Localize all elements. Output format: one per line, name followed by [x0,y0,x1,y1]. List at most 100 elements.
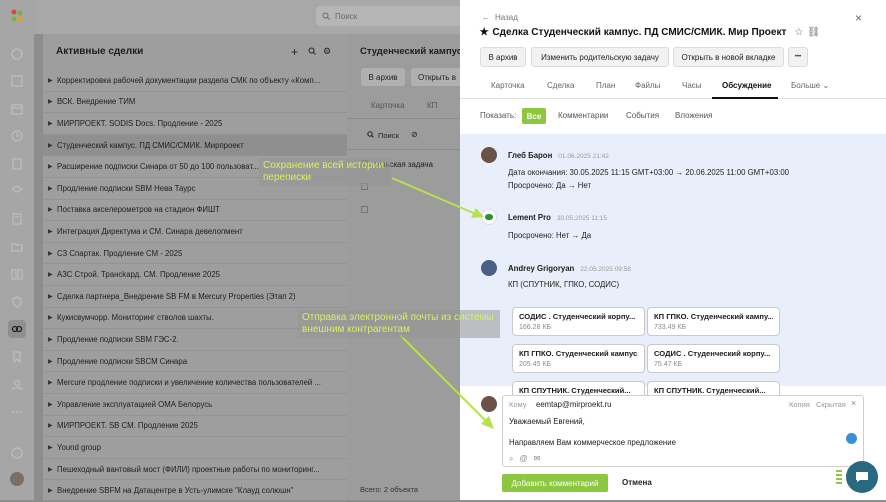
dashboard-icon[interactable] [8,45,26,63]
settings-icon[interactable]: ⚙ [323,46,331,57]
back-link[interactable]: ← Назад [482,13,518,22]
attachment-card[interactable]: КП ГПКО. Студенческий кампус... 205.45 КБ [512,344,645,373]
more-button[interactable]: ••• [788,47,808,67]
expand-arrow-icon[interactable]: ▶ [48,444,57,451]
add-icon[interactable]: + [291,45,298,59]
more-dots-icon[interactable] [8,403,26,421]
mention-icon[interactable]: @ [519,454,527,464]
expand-arrow-icon[interactable]: ▶ [48,466,57,473]
close-icon[interactable]: × [851,398,856,408]
close-icon[interactable]: × [855,11,862,25]
structure-icon[interactable] [8,72,26,90]
global-search-input[interactable]: Поиск [316,6,476,26]
message-line[interactable]: Направляем Вам коммерческое предложение [509,438,676,447]
tab-discussion[interactable]: Обсуждение [722,81,771,90]
folder-icon[interactable] [8,238,26,256]
tab-card[interactable]: Карточка [491,81,525,90]
document-icon[interactable] [8,155,26,173]
cancel-button[interactable]: Отмена [622,478,652,487]
expand-arrow-icon[interactable]: ▶ [48,358,57,365]
tab-kp[interactable]: КП [427,101,437,110]
cc-link[interactable]: Копия [789,400,810,409]
archive-button[interactable]: В архив [361,68,405,86]
user-avatar[interactable] [8,470,26,488]
tab-hours[interactable]: Часы [682,81,702,90]
bcc-link[interactable]: Скрытая [816,400,846,409]
tab-files[interactable]: Файлы [635,81,660,90]
filter-all-button[interactable]: Все [522,108,546,124]
expand-arrow-icon[interactable]: ▶ [48,401,57,408]
row-checkbox[interactable] [361,206,368,213]
chat-bubble-button[interactable] [846,461,878,493]
users-icon[interactable] [8,376,26,394]
expand-arrow-icon[interactable]: ▶ [48,293,57,300]
tab-more[interactable]: Больше ⌄ [791,81,829,90]
deal-list-item[interactable]: ▶ Продление подписки SBCM Синара [43,351,347,373]
deal-list-item[interactable]: ▶ Внедрение SBFM на Датацентре в Усть-ули… [43,480,347,502]
deal-list-item[interactable]: ▶ Yound group [43,437,347,459]
deal-list-item[interactable]: ▶ Поставка акселерометров на стадион ФИШТ [43,200,347,222]
expand-arrow-icon[interactable]: ▶ [48,206,57,213]
expand-arrow-icon[interactable]: ▶ [48,77,57,84]
expand-arrow-icon[interactable]: ▶ [48,142,57,149]
attachment-card[interactable]: КП ГПКО. Студенческий кампу... 733.49 КБ [647,307,780,336]
change-parent-button[interactable]: Изменить родительскую задачу [531,47,669,67]
expand-arrow-icon[interactable]: ▶ [48,120,57,127]
add-comment-button[interactable]: Добавить комментарий [502,474,608,492]
deal-list-item[interactable]: ▶ Управление эксплуатацией ОМА Белорусь [43,394,347,416]
expand-arrow-icon[interactable]: ▶ [48,271,57,278]
visibility-off-icon[interactable]: ⊘ [411,130,418,139]
deal-list-item[interactable]: ▶ Интеграция Директума и СМ. Синара девел… [43,221,347,243]
deal-list-item[interactable]: ▶ ВСК. Внедрение ТИМ [43,92,347,114]
deal-list-item[interactable]: ▶ АЗС Строй. Трансkард. СМ. Продление 202… [43,264,347,286]
tab-plan[interactable]: План [596,81,615,90]
attachment-card[interactable]: СОДИС . Студенческий корпу... 75.47 КБ [647,344,780,373]
mid-search[interactable]: Поиск [367,131,399,140]
link-icon[interactable]: ⛓ [807,27,820,38]
recipient-field[interactable]: eemtap@mirproekt.ru [536,400,612,409]
expand-arrow-icon[interactable]: ▶ [48,487,57,494]
star-icon[interactable]: ☆ [794,27,803,38]
expand-arrow-icon[interactable]: ▶ [48,314,57,321]
expand-arrow-icon[interactable]: ▶ [48,336,57,343]
deal-list-item[interactable]: ▶ СЗ Спартак. Продление СМ - 2025 [43,243,347,265]
expand-arrow-icon[interactable]: ▶ [48,228,57,235]
expand-arrow-icon[interactable]: ▶ [48,250,57,257]
expand-arrow-icon[interactable]: ▶ [48,98,57,105]
archive-button[interactable]: В архив [480,47,526,67]
email-icon[interactable]: ✉ [534,454,541,464]
filter-attachments[interactable]: Вложения [675,111,712,120]
drag-handle[interactable] [836,470,842,486]
message-line[interactable]: Уважаемый Евгений, [509,417,585,426]
help-icon[interactable] [8,444,26,462]
filter-comments[interactable]: Комментарии [558,111,608,120]
deal-list-item[interactable]: ▶ Студенческий кампус. ПД СМИС/СМИК. Мирп… [43,134,347,157]
deal-list-item[interactable]: ▶ МИРПРОЕКТ. SB СМ. Продление 2025 [43,416,347,438]
expand-arrow-icon[interactable]: ▶ [48,163,57,170]
tab-card[interactable]: Карточка [371,101,405,110]
filter-events[interactable]: События [626,111,659,120]
deal-list-item[interactable]: ▶ Пешеходный вантовый мост (ФИЛИ) проектн… [43,459,347,481]
expand-arrow-icon[interactable]: ▶ [48,185,57,192]
book-icon[interactable] [8,265,26,283]
files-icon[interactable] [8,210,26,228]
calendar-icon[interactable] [8,100,26,118]
deal-list-item[interactable]: ▶ Mercure продление подписки и увеличение… [43,372,347,394]
open-in-button[interactable]: Открыть в [411,68,463,86]
search-icon[interactable] [308,47,316,57]
deal-list-item[interactable]: ▶ МИРПРОЕКТ. SODIS Docs. Продление - 2025 [43,113,347,135]
shield-icon[interactable] [8,293,26,311]
expand-arrow-icon[interactable]: ▶ [48,379,57,386]
tab-deal[interactable]: Сделка [547,81,574,90]
open-new-tab-button[interactable]: Открыть в новой вкладке [673,47,784,67]
clock-icon[interactable] [8,127,26,145]
bookmark-icon[interactable] [8,348,26,366]
deals-icon[interactable] [8,320,26,338]
expand-arrow-icon[interactable]: ▶ [48,422,57,429]
attach-icon[interactable]: ⌕ [509,454,513,464]
deal-list-item[interactable]: ▶ Корректировка рабочей документации разд… [43,70,347,92]
deal-list-item[interactable]: ▶ Сделка партнера_Внедрение SB FM в Mercu… [43,286,347,308]
attachment-card[interactable]: СОДИС . Студенческий корпу... 166.28 КБ [512,307,645,336]
app-logo[interactable] [8,7,26,25]
layers-icon[interactable] [8,182,26,200]
